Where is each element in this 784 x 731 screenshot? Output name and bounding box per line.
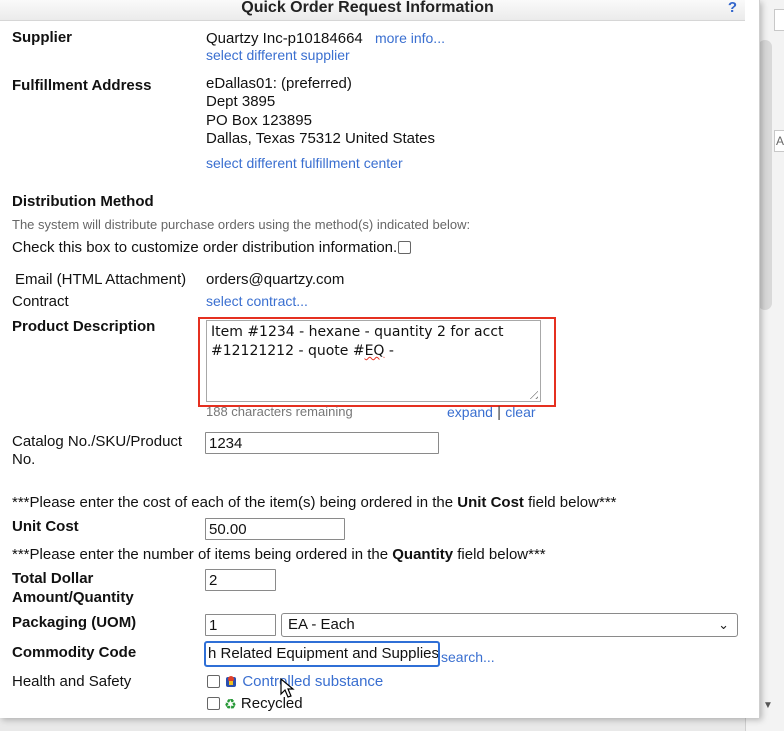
quantity-instruction: ***Please enter the number of items bein… [12,546,546,564]
background-fragment-top [774,9,784,31]
product-description-textarea[interactable]: Item #1234 - hexane - quantity 2 for acc… [206,320,541,402]
customize-distribution-checkbox[interactable] [398,241,412,254]
fulfillment-address-line-1: eDallas01: (preferred) [206,75,352,92]
supplier-label: Supplier [12,29,73,46]
unit-cost-instruction-bold: Unit Cost [457,494,524,511]
quick-order-dialog: Quick Order Request Information ? Suppli… [0,0,760,718]
product-description-label: Product Description [12,318,156,335]
uom-select[interactable]: EA - Each ⌄ [281,613,738,637]
link-separator: | [497,404,502,421]
mouse-pointer-icon [280,678,295,698]
recycle-icon: ♻ [224,696,237,712]
product-description-highlight: Item #1234 - hexane - quantity 2 for acc… [198,317,556,407]
catalog-label-line-1: Catalog No./SKU/Product [12,433,183,450]
controlled-substance-icon [226,676,237,687]
commodity-code-value: h Related Equipment and Supplies [208,645,439,662]
product-description-text-end: - [384,343,394,359]
quantity-label-line-2: Amount/Quantity [12,589,134,606]
unit-cost-instruction-post: field below*** [523,494,617,511]
fulfillment-address-line-4: Dallas, Texas 75312 United States [206,130,436,147]
dialog-header: Quick Order Request Information ? [0,0,745,21]
select-contract-link[interactable]: select contract... [206,292,308,310]
distribution-method-label: Email (HTML Attachment) [15,271,187,288]
health-safety-label: Health and Safety [12,673,132,690]
supplier-name: Quartzy Inc-p10184664 [206,30,363,47]
description-actions: expand | clear [447,403,536,422]
contract-label: Contract [12,293,69,310]
unit-cost-input[interactable] [205,518,345,540]
expand-link[interactable]: expand [447,404,493,420]
background-fragment-mid: Ac [774,130,784,152]
unit-cost-instruction-pre: ***Please enter the cost of each of the … [12,494,458,511]
quantity-input[interactable] [205,569,276,591]
commodity-label: Commodity Code [12,644,137,661]
select-supplier-link[interactable]: select different supplier [206,46,350,64]
fulfillment-address-line-3: PO Box 123895 [206,112,312,129]
controlled-substance-checkbox[interactable] [207,675,220,688]
customize-distribution-text: Check this box to customize order distri… [12,239,398,256]
select-fulfillment-link[interactable]: select different fulfillment center [206,154,403,172]
uom-selected-value: EA - Each [288,616,355,633]
clear-link[interactable]: clear [505,404,535,420]
quantity-instruction-bold: Quantity [392,546,454,563]
characters-remaining: 188 characters remaining [206,404,353,419]
product-description-text: Item #1234 - hexane - quantity 2 for acc… [211,324,504,359]
background-scrollbar [758,40,772,310]
chevron-down-icon: ⌄ [718,617,729,632]
unit-cost-instruction: ***Please enter the cost of each of the … [12,494,617,512]
commodity-code-input[interactable]: h Related Equipment and Supplies [204,641,440,667]
catalog-sku-input[interactable] [205,432,439,454]
scroll-down-arrow-icon[interactable]: ▼ [763,700,773,711]
more-info-link[interactable]: more info... [375,30,445,46]
packaging-label: Packaging (UOM) [12,614,137,631]
fulfillment-address-line-2: Dept 3895 [206,93,276,110]
quantity-label-line-1: Total Dollar [12,570,94,587]
spellcheck-word: EQ [364,343,385,359]
controlled-substance-link[interactable]: Controlled substance [242,673,383,690]
distribution-label: Distribution Method [12,193,154,210]
fulfillment-label: Fulfillment Address [12,77,152,94]
recycled-checkbox[interactable] [207,697,220,710]
quantity-instruction-post: field below*** [453,546,546,563]
dialog-scrollbar[interactable] [759,0,760,718]
dialog-content: Supplier Quartzy Inc-p10184664 more info… [0,21,745,718]
distribution-email: orders@quartzy.com [206,271,345,288]
packaging-quantity-input[interactable] [205,614,276,636]
dialog-title: Quick Order Request Information [241,0,494,16]
commodity-search-link[interactable]: search... [441,648,495,666]
help-icon[interactable]: ? [728,0,737,16]
unit-cost-label: Unit Cost [12,518,79,535]
customize-distribution-row: Check this box to customize order distri… [12,239,412,257]
quantity-instruction-pre: ***Please enter the number of items bein… [12,546,393,563]
distribution-note: The system will distribute purchase orde… [12,217,471,232]
catalog-label-line-2: No. [12,451,36,468]
